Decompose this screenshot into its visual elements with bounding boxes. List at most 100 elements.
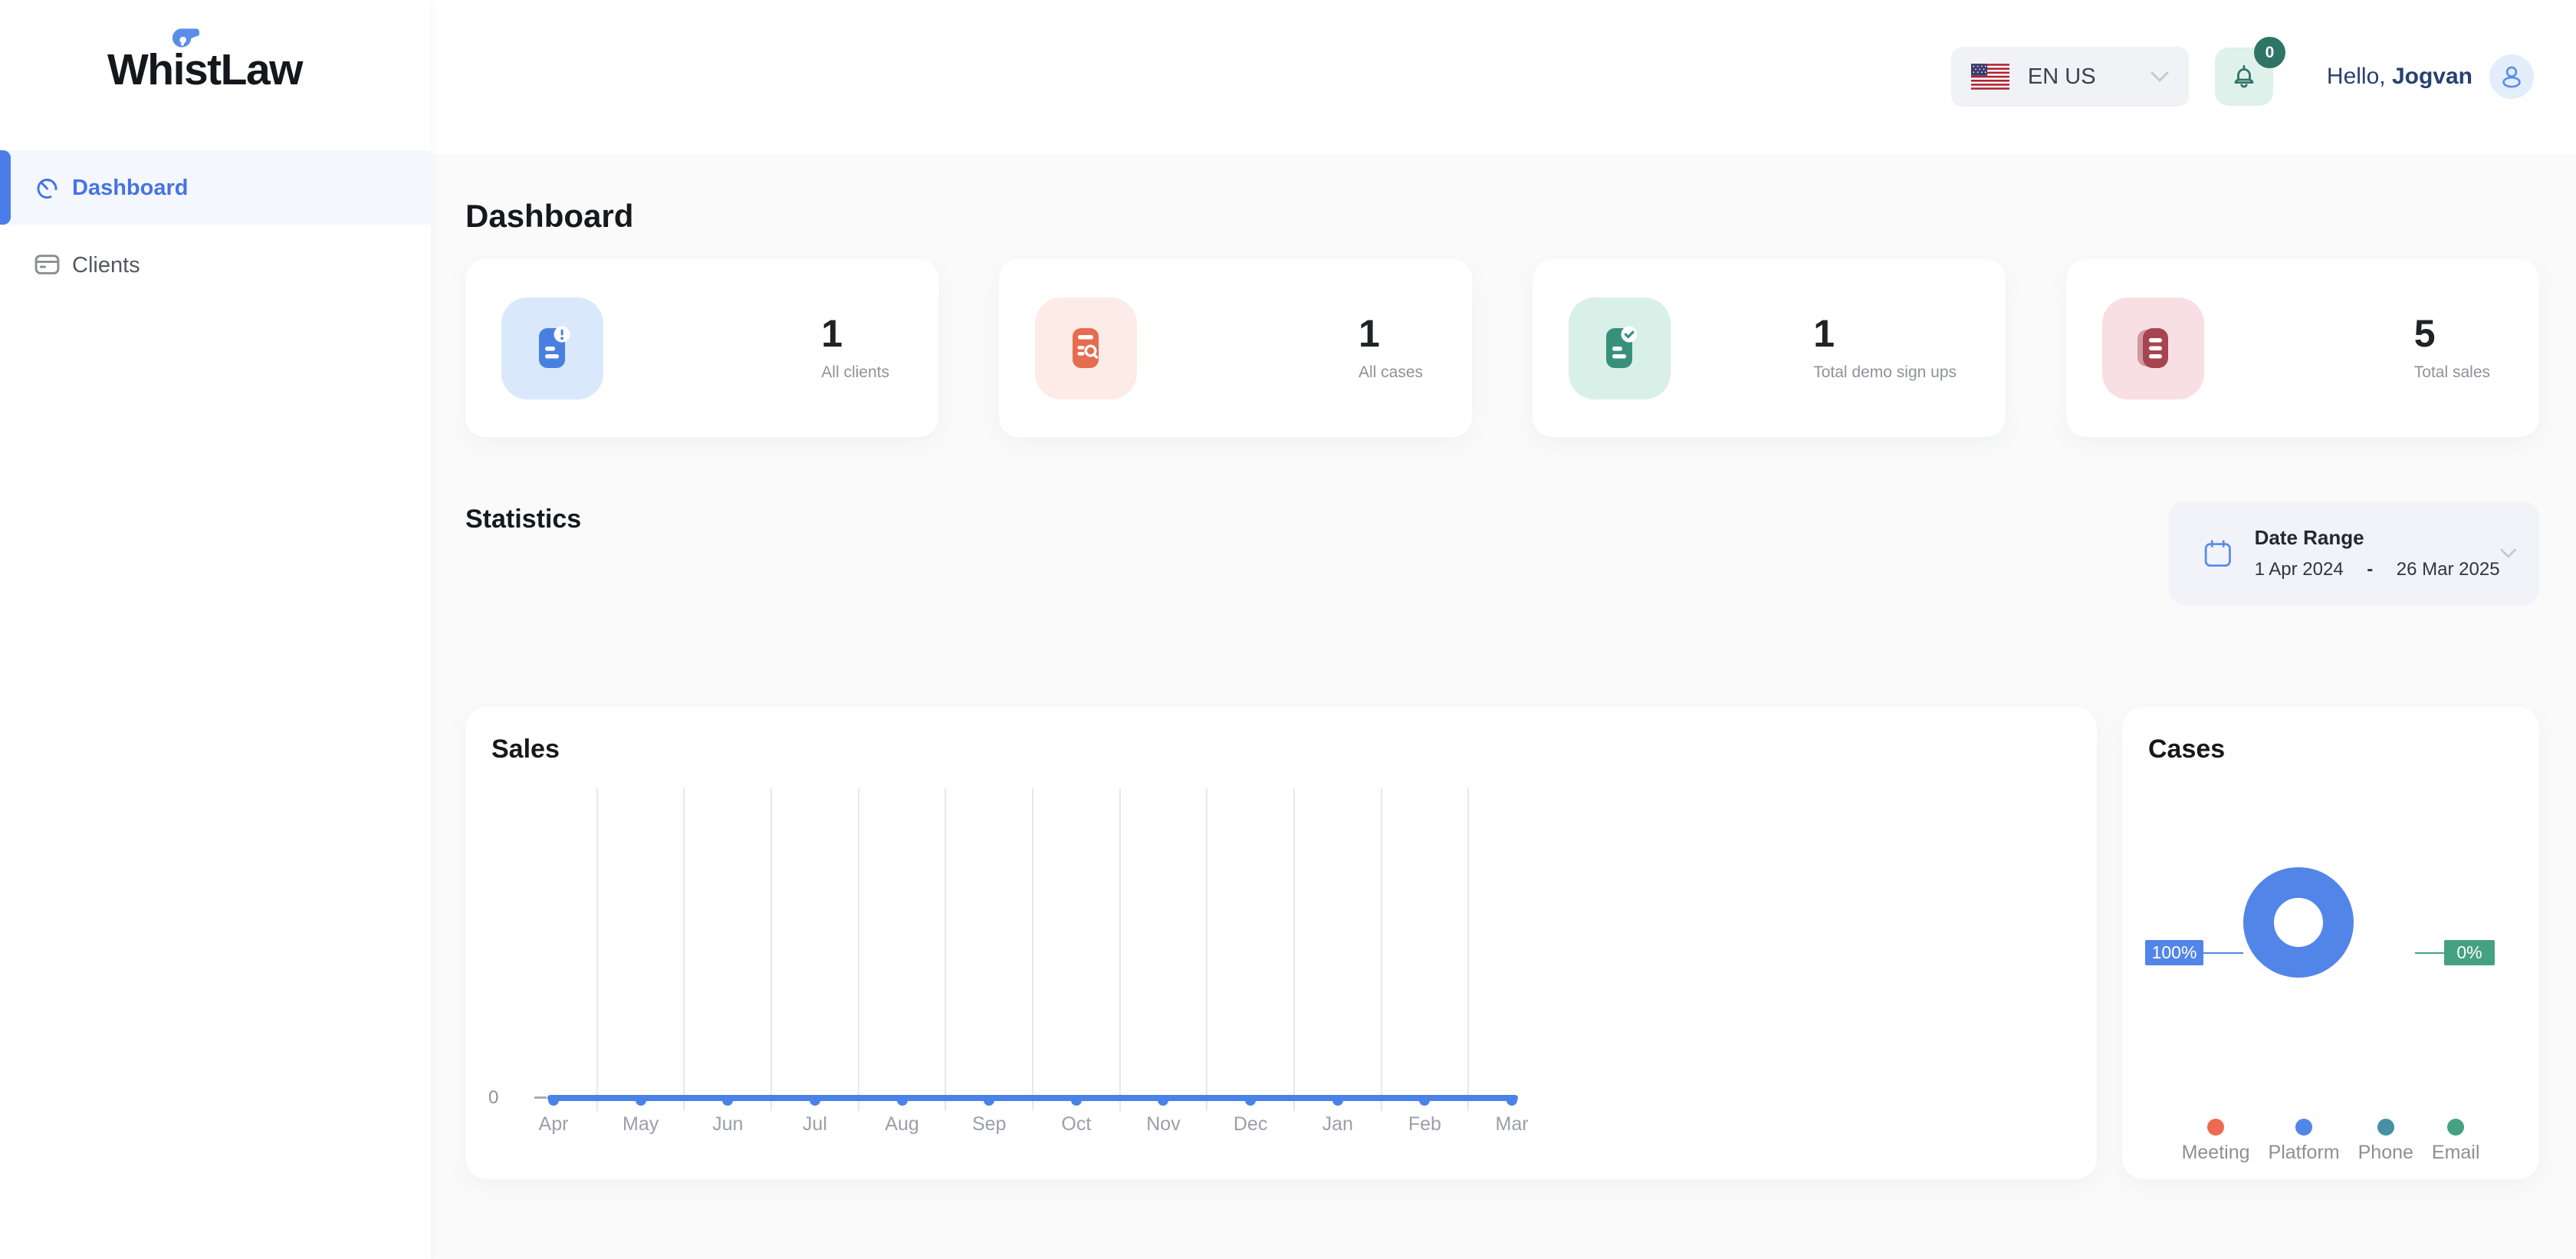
gridline: [1293, 788, 1295, 1111]
statistics-header-row: Statistics Date Range 1 Apr 2024 - 26 Ma…: [465, 501, 2539, 605]
legend-item[interactable]: Meeting: [2182, 1119, 2250, 1164]
donut-label-100: 100%: [2145, 940, 2203, 965]
sales-series-line: [547, 1095, 1518, 1101]
clients-card-icon: [34, 254, 60, 275]
legend-label: Phone: [2358, 1142, 2413, 1164]
date-range-values: 1 Apr 2024 - 26 Mar 2025: [2255, 559, 2500, 580]
cases-donut-chart: 100% 0%: [2122, 707, 2539, 1179]
brand-name: WhistLaw: [107, 45, 302, 94]
file-check-icon: [1594, 322, 1646, 374]
whistle-icon: [172, 25, 202, 51]
stat-card-total-sales[interactable]: 5 Total sales: [2066, 259, 2539, 437]
legend-label: Meeting: [2182, 1142, 2250, 1164]
app-root: WhistLaw Dashboard Clients: [0, 0, 2576, 1259]
legend-label: Email: [2432, 1142, 2480, 1164]
legend-item[interactable]: Platform: [2269, 1119, 2340, 1164]
stat-card-all-clients[interactable]: 1 All clients: [465, 259, 938, 437]
page-title: Dashboard: [465, 196, 2539, 236]
cases-chart-card: Cases 100% 0% MeetingPlatformPhoneEmail: [2122, 707, 2539, 1179]
donut-connector-left: [2203, 952, 2243, 954]
gridline: [1467, 788, 1469, 1111]
dashboard-speedometer-icon: [34, 175, 60, 200]
stat-label: Total demo sign ups: [1813, 363, 1957, 382]
gridline: [1119, 788, 1121, 1111]
x-axis-label: Oct: [1042, 1113, 1111, 1136]
calendar-icon: [2203, 535, 2233, 572]
active-indicator: [0, 150, 11, 225]
gridline: [1206, 788, 1208, 1111]
language-selector[interactable]: EN US: [1951, 47, 2189, 107]
x-axis-label: Dec: [1216, 1113, 1285, 1136]
gridline: [1381, 788, 1382, 1111]
topbar: EN US 0 Hello, Jogvan: [431, 0, 2576, 153]
x-axis-label: Mar: [1477, 1113, 1546, 1136]
stat-label: All clients: [821, 363, 889, 382]
x-axis-label: Aug: [868, 1113, 937, 1136]
x-axis-label: Jan: [1303, 1113, 1372, 1136]
greeting-prefix: Hello,: [2327, 64, 2392, 89]
x-axis-label: May: [606, 1113, 675, 1136]
sidebar-item-label: Clients: [72, 253, 140, 278]
stat-cards-row: 1 All clients: [465, 259, 2539, 437]
bell-icon: [2229, 61, 2259, 92]
cases-legend: Meeting Platform Phone Email: [2122, 1119, 2539, 1164]
brand-logo[interactable]: WhistLaw: [107, 44, 330, 95]
chevron-down-icon: [2150, 71, 2169, 83]
language-label: EN US: [2028, 64, 2096, 90]
stat-value: 1: [1359, 314, 1423, 353]
stat-text: 1 Total demo sign ups: [1813, 314, 1957, 382]
user-icon: [2497, 62, 2526, 91]
stat-label: Total sales: [2414, 363, 2490, 382]
x-axis-label: Apr: [519, 1113, 588, 1136]
x-axis-label: Sep: [955, 1113, 1024, 1136]
donut-ring: [2243, 867, 2354, 978]
main-area: EN US 0 Hello, Jogvan: [431, 0, 2576, 1259]
legend-dot: [2207, 1119, 2224, 1136]
notifications-button[interactable]: 0: [2215, 48, 2273, 106]
stat-label: All cases: [1359, 363, 1423, 382]
stat-value: 1: [821, 314, 889, 353]
date-range-text: Date Range 1 Apr 2024 - 26 Mar 2025: [2255, 526, 2500, 580]
gridline: [858, 788, 859, 1111]
stat-card-demo-signups[interactable]: 1 Total demo sign ups: [1533, 259, 2006, 437]
sidebar-nav: Dashboard Clients: [0, 150, 431, 295]
legend-item[interactable]: Phone: [2358, 1119, 2413, 1164]
sidebar-item-label: Dashboard: [72, 176, 188, 201]
y-axis-tick-label: 0: [488, 1087, 498, 1109]
legend-item[interactable]: Email: [2432, 1119, 2480, 1164]
gridline: [683, 788, 685, 1111]
content: Dashboard 1: [431, 153, 2576, 1259]
stat-text: 5 Total sales: [2414, 314, 2490, 382]
x-axis-label: Jul: [780, 1113, 849, 1136]
date-range-separator: -: [2367, 559, 2373, 580]
sales-chart-card: Sales 0 AprMayJunJulAugSepOctNovDecJanFe…: [465, 707, 2097, 1179]
stat-tile: [1035, 297, 1137, 399]
date-range-label: Date Range: [2255, 526, 2500, 550]
date-range-picker[interactable]: Date Range 1 Apr 2024 - 26 Mar 2025: [2169, 501, 2539, 605]
donut-connector-right: [2415, 952, 2444, 954]
stat-text: 1 All cases: [1359, 314, 1423, 382]
legend-dot: [2447, 1119, 2464, 1136]
sidebar-item-dashboard[interactable]: Dashboard: [0, 150, 431, 225]
greeting: Hello, Jogvan: [2327, 64, 2472, 90]
date-range-end: 26 Mar 2025: [2397, 559, 2500, 580]
sales-line-chart: 0 AprMayJunJulAugSepOctNovDecJanFebMar: [465, 707, 2097, 1179]
list-receipt-icon: [2128, 322, 2180, 374]
legend-dot: [2295, 1119, 2312, 1136]
gridline: [1032, 788, 1033, 1111]
stat-tile: [2102, 297, 2204, 399]
stat-value: 1: [1813, 314, 1957, 353]
stat-card-all-cases[interactable]: 1 All cases: [999, 259, 1472, 437]
file-exclamation-icon: [527, 322, 579, 374]
legend-dot: [2377, 1119, 2394, 1136]
gridline: [596, 788, 598, 1111]
gridline: [945, 788, 946, 1111]
stat-tile: [1569, 297, 1671, 399]
sidebar: WhistLaw Dashboard Clients: [0, 0, 431, 1259]
sidebar-item-clients[interactable]: Clients: [0, 234, 431, 295]
statistics-title: Statistics: [465, 505, 581, 534]
notification-badge: 0: [2254, 37, 2285, 68]
date-range-start: 1 Apr 2024: [2255, 559, 2344, 580]
stat-text: 1 All clients: [821, 314, 889, 382]
avatar[interactable]: [2489, 54, 2534, 99]
